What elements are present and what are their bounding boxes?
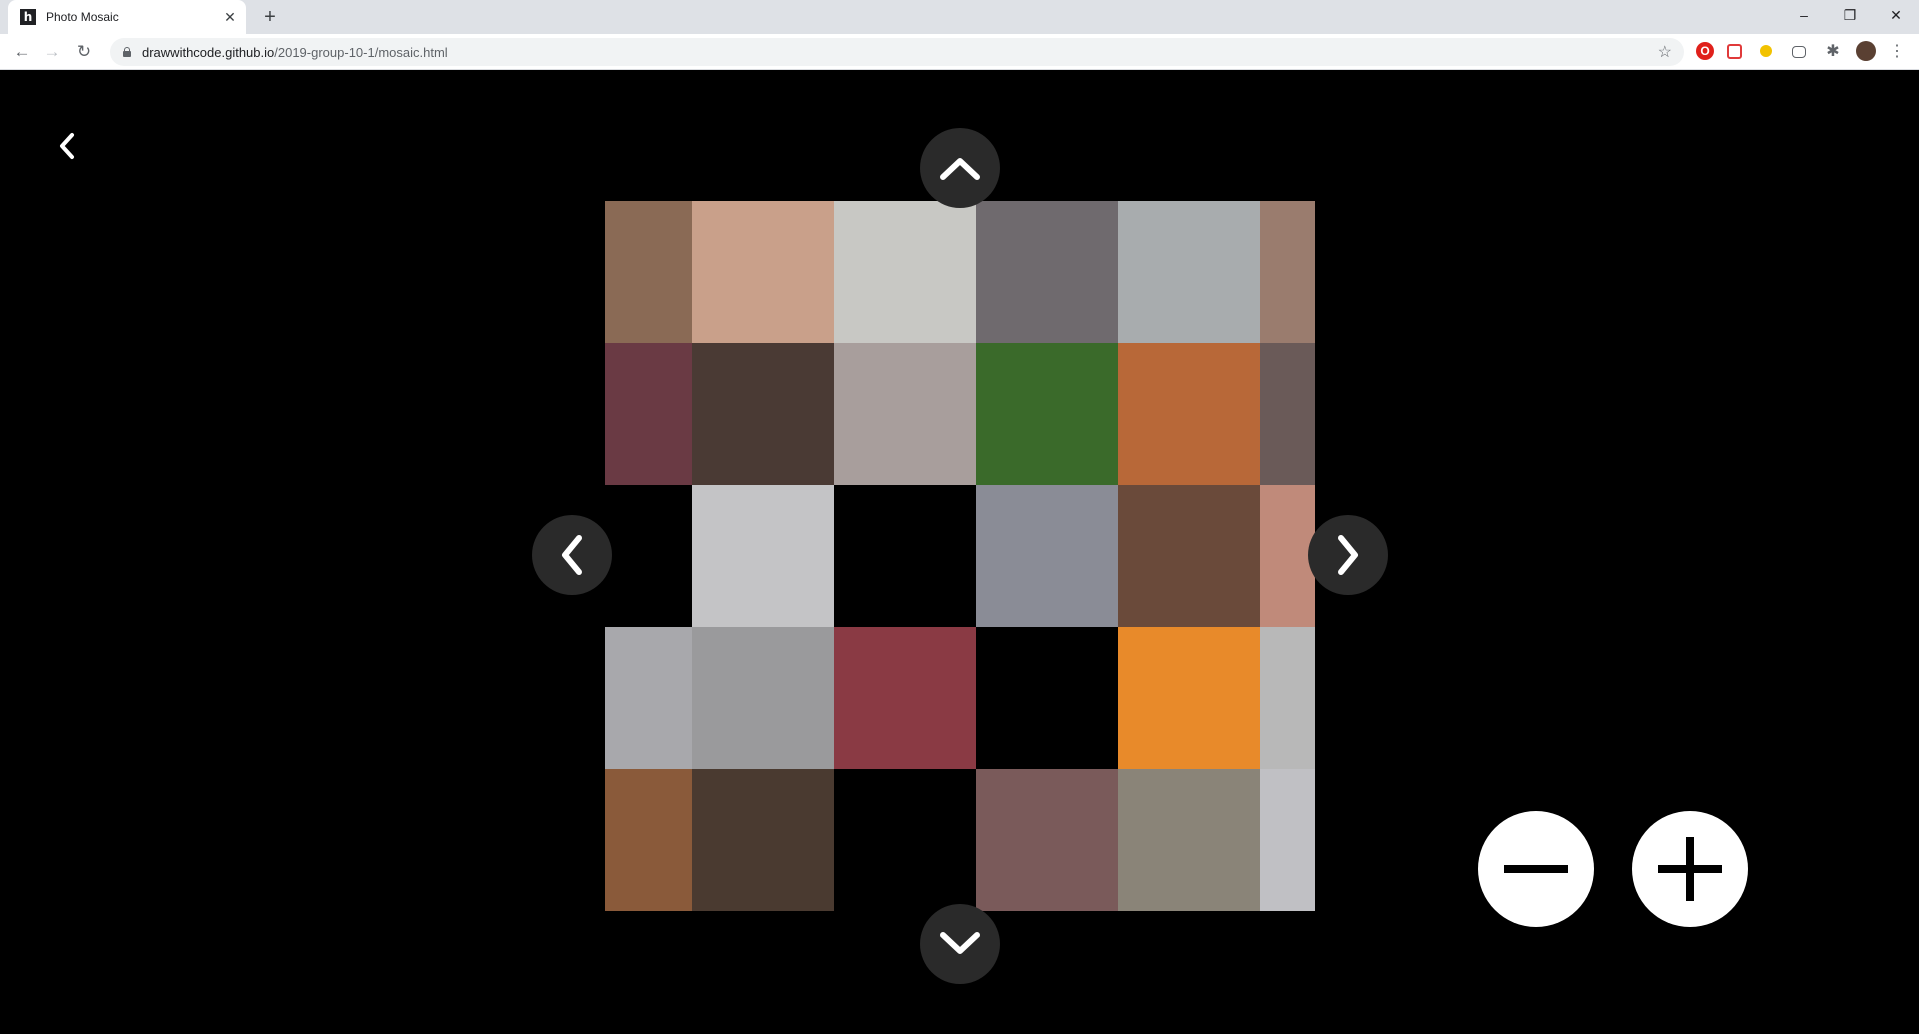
chevron-left-icon — [60, 133, 74, 159]
browser-tab[interactable]: h Photo Mosaic ✕ — [8, 0, 246, 34]
mosaic-tile — [976, 343, 1118, 485]
honey-extension-icon[interactable] — [1760, 45, 1772, 57]
back-nav-icon[interactable]: ← — [10, 40, 34, 64]
new-tab-button[interactable]: + — [258, 5, 282, 29]
profile-avatar[interactable] — [1856, 41, 1876, 61]
zoom-in-button[interactable] — [1632, 811, 1748, 927]
back-button[interactable] — [52, 131, 82, 161]
mosaic-tile — [1260, 627, 1315, 769]
zoom-out-button[interactable] — [1478, 811, 1594, 927]
tab-title: Photo Mosaic — [46, 10, 119, 24]
pan-up-button[interactable] — [920, 128, 1000, 208]
minus-icon — [1504, 865, 1568, 873]
mosaic-tile — [692, 627, 834, 769]
mosaic-tile — [605, 769, 692, 911]
mosaic-tile — [1118, 769, 1260, 911]
pan-right-button[interactable] — [1308, 515, 1388, 595]
mosaic-tile — [1260, 769, 1315, 911]
address-bar[interactable]: drawwithcode.github.io/2019-group-10-1/m… — [110, 38, 1684, 66]
mosaic-tile — [976, 485, 1118, 627]
url-text: drawwithcode.github.io/2019-group-10-1/m… — [142, 45, 448, 60]
browser-toolbar: ← → ↻ drawwithcode.github.io/2019-group-… — [0, 34, 1919, 70]
mosaic-tile — [834, 485, 976, 627]
chevron-down-icon — [940, 932, 980, 954]
mosaic-tile — [834, 769, 976, 911]
window-controls: – ❐ ✕ — [1781, 0, 1919, 30]
mosaic-tile — [834, 343, 976, 485]
reddit-extension-icon[interactable] — [1792, 46, 1806, 58]
mosaic-tile — [834, 201, 976, 343]
mosaic-tile — [692, 343, 834, 485]
restore-button[interactable]: ❐ — [1827, 0, 1873, 30]
mosaic-tile — [1118, 201, 1260, 343]
bookmark-star-icon[interactable]: ☆ — [1658, 42, 1672, 62]
forward-nav-icon[interactable]: → — [40, 40, 64, 64]
pocket-extension-icon[interactable] — [1727, 44, 1742, 59]
mosaic-tile — [1260, 343, 1315, 485]
mosaic-tile — [1260, 201, 1315, 343]
mosaic-tile — [1118, 343, 1260, 485]
mosaic-tile — [692, 485, 834, 627]
pan-down-button[interactable] — [920, 904, 1000, 984]
chevron-up-icon — [940, 158, 980, 180]
site-favicon-icon: h — [20, 9, 36, 25]
photo-mosaic-grid[interactable] — [605, 201, 1315, 911]
mosaic-tile — [976, 201, 1118, 343]
mosaic-tile — [1118, 485, 1260, 627]
plus-icon — [1658, 837, 1722, 901]
close-window-button[interactable]: ✕ — [1873, 0, 1919, 30]
chevron-right-icon — [1338, 535, 1358, 575]
opera-extension-icon[interactable]: O — [1696, 42, 1714, 60]
mosaic-tile — [976, 769, 1118, 911]
mosaic-tile — [605, 343, 692, 485]
mosaic-tile — [692, 769, 834, 911]
mosaic-tile — [834, 627, 976, 769]
mosaic-tile — [1118, 627, 1260, 769]
mosaic-tile — [605, 485, 692, 627]
close-tab-icon[interactable]: ✕ — [222, 9, 238, 26]
tab-strip: h Photo Mosaic ✕ + – ❐ ✕ — [0, 0, 1919, 34]
mosaic-tile — [976, 627, 1118, 769]
url-host: drawwithcode.github.io — [142, 44, 275, 60]
mosaic-tile — [605, 627, 692, 769]
minimize-button[interactable]: – — [1781, 0, 1827, 30]
browser-menu-icon[interactable]: ⋮ — [1888, 42, 1906, 60]
reload-icon[interactable]: ↻ — [72, 40, 96, 64]
url-path: /2019-group-10-1/mosaic.html — [274, 44, 448, 60]
mosaic-tile — [605, 201, 692, 343]
mosaic-page — [0, 71, 1919, 1034]
lock-icon — [122, 47, 132, 57]
extensions-puzzle-icon[interactable]: ✱ — [1824, 42, 1842, 60]
mosaic-tile — [692, 201, 834, 343]
pan-left-button[interactable] — [532, 515, 612, 595]
mosaic-tile — [1260, 485, 1315, 627]
chevron-left-icon — [562, 535, 582, 575]
